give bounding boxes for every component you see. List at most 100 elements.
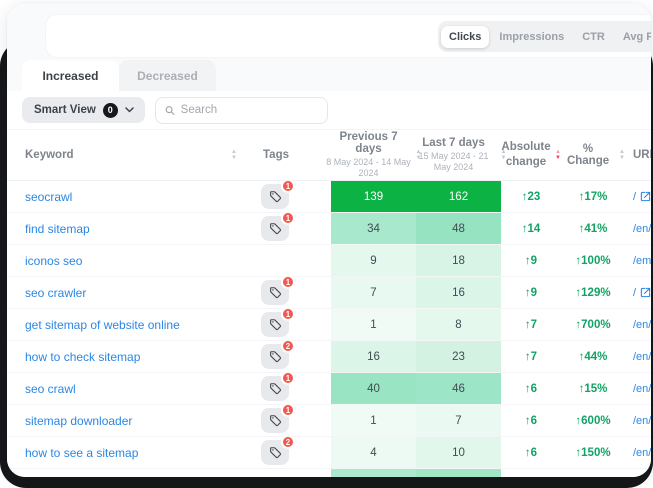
search-box bbox=[155, 97, 328, 124]
table-row[interactable] bbox=[7, 469, 651, 477]
table-row[interactable]: find sitemap 1 34 48 ↑14 ↑41% /en/ bbox=[7, 213, 651, 245]
column-header-tags: Tags bbox=[253, 149, 331, 161]
table-row[interactable]: how to see a sitemap 2 4 10 ↑6 ↑150% /en… bbox=[7, 437, 651, 469]
top-toolbar: ClicksImpressionsCTRAvg Position bbox=[45, 14, 651, 58]
column-header-last-7-days[interactable]: Last 7 days 15 May 2024 - 21 May 2024 ▲▼ bbox=[416, 137, 501, 174]
percent-change-value: ↑15% bbox=[561, 373, 625, 404]
tag-chip[interactable]: 2 bbox=[261, 440, 289, 465]
metric-tab-clicks[interactable]: Clicks bbox=[441, 26, 489, 48]
url-link[interactable]: /em bbox=[633, 255, 651, 267]
keyword-link[interactable]: get sitemap of website online bbox=[25, 318, 180, 332]
tab-decreased[interactable]: Decreased bbox=[119, 60, 216, 91]
previous-7-days-value: 34 bbox=[331, 213, 416, 244]
tag-icon bbox=[269, 446, 282, 459]
metric-tab-ctr[interactable]: CTR bbox=[574, 26, 613, 48]
url-link[interactable]: /en/ bbox=[633, 223, 651, 235]
url-link[interactable]: /en/ bbox=[633, 415, 651, 427]
keyword-link[interactable]: how to see a sitemap bbox=[25, 446, 138, 460]
percent-change-value: ↑17% bbox=[561, 181, 625, 212]
tag-chip[interactable]: 1 bbox=[261, 376, 289, 401]
search-icon bbox=[165, 105, 175, 116]
metric-tab-group: ClicksImpressionsCTRAvg Position bbox=[438, 21, 651, 52]
tag-count-badge: 1 bbox=[281, 309, 295, 321]
absolute-change-value: ↑9 bbox=[501, 245, 561, 276]
percent-change-value: ↑600% bbox=[561, 405, 625, 436]
absolute-change-value: ↑7 bbox=[501, 309, 561, 340]
keyword-link[interactable]: find sitemap bbox=[25, 222, 90, 236]
tag-count-badge: 2 bbox=[281, 341, 295, 353]
metric-tab-avg-position[interactable]: Avg Position bbox=[615, 26, 651, 48]
percent-change-value: ↑44% bbox=[561, 341, 625, 372]
tag-chip[interactable]: 1 bbox=[261, 408, 289, 433]
absolute-change-value: ↑6 bbox=[501, 405, 561, 436]
table-row[interactable]: iconos seo 9 18 ↑9 ↑100% /em bbox=[7, 245, 651, 277]
tag-icon bbox=[269, 318, 282, 331]
tab-increased[interactable]: Increased bbox=[22, 60, 119, 91]
keyword-link[interactable]: sitemap downloader bbox=[25, 414, 132, 428]
keyword-link[interactable]: seo crawler bbox=[25, 286, 86, 300]
keyword-link[interactable]: seocrawl bbox=[25, 190, 72, 204]
chevron-down-icon bbox=[125, 107, 134, 113]
last-7-days-value: 23 bbox=[416, 341, 501, 372]
previous-7-days-value: 7 bbox=[331, 277, 416, 308]
keyword-link[interactable]: iconos seo bbox=[25, 254, 82, 268]
table-row[interactable]: get sitemap of website online 1 1 8 ↑7 ↑… bbox=[7, 309, 651, 341]
previous-7-days-value: 16 bbox=[331, 341, 416, 372]
smart-view-count-badge: 0 bbox=[103, 103, 118, 118]
table-row[interactable]: seocrawl 1 139 162 ↑23 ↑17% / bbox=[7, 181, 651, 213]
percent-change-value: ↑100% bbox=[561, 245, 625, 276]
url-link[interactable]: /en/ bbox=[633, 351, 651, 363]
url-link[interactable]: /en/ bbox=[633, 447, 651, 459]
column-header-url[interactable]: URL bbox=[625, 149, 651, 161]
tag-icon bbox=[269, 286, 282, 299]
last-7-days-value: 48 bbox=[416, 213, 501, 244]
column-header-absolute-change[interactable]: Absolute change ▲▼ bbox=[501, 140, 561, 170]
url-link[interactable]: /en/ bbox=[633, 319, 651, 331]
external-link-icon[interactable] bbox=[640, 191, 651, 202]
keyword-link[interactable]: seo crawl bbox=[25, 382, 76, 396]
column-header-previous-7-days[interactable]: Previous 7 days 8 May 2024 - 14 May 2024… bbox=[331, 131, 416, 180]
percent-change-value bbox=[561, 469, 625, 477]
tag-chip[interactable]: 1 bbox=[261, 216, 289, 241]
absolute-change-value: ↑7 bbox=[501, 341, 561, 372]
app-window: ClicksImpressionsCTRAvg Position Increas… bbox=[7, 3, 651, 477]
table-row[interactable]: seo crawler 1 7 16 ↑9 ↑129% / bbox=[7, 277, 651, 309]
smart-view-dropdown[interactable]: Smart View 0 bbox=[22, 97, 145, 123]
sort-icon[interactable]: ▲▼ bbox=[231, 150, 237, 161]
previous-7-days-value: 40 bbox=[331, 373, 416, 404]
table-header: Keyword ▲▼ Tags Previous 7 days 8 May 20… bbox=[7, 129, 651, 181]
metric-tab-impressions[interactable]: Impressions bbox=[491, 26, 572, 48]
smart-view-label: Smart View bbox=[34, 104, 96, 116]
previous-7-days-value bbox=[331, 469, 416, 477]
previous-7-days-value: 139 bbox=[331, 181, 416, 212]
previous-7-days-value: 1 bbox=[331, 309, 416, 340]
url-link[interactable]: / bbox=[633, 191, 636, 203]
absolute-change-value: ↑14 bbox=[501, 213, 561, 244]
column-header-keyword[interactable]: Keyword ▲▼ bbox=[25, 149, 253, 161]
content-panel: Smart View 0 Keyword ▲▼ Tags bbox=[7, 91, 651, 477]
previous-7-days-value: 4 bbox=[331, 437, 416, 468]
column-header-percent-change[interactable]: % Change ▲▼ bbox=[561, 143, 625, 167]
url-link[interactable]: / bbox=[633, 287, 636, 299]
table-row[interactable]: sitemap downloader 1 1 7 ↑6 ↑600% /en/ bbox=[7, 405, 651, 437]
tag-chip[interactable]: 1 bbox=[261, 280, 289, 305]
keyword-link[interactable]: how to check sitemap bbox=[25, 350, 140, 364]
absolute-change-value: ↑6 bbox=[501, 373, 561, 404]
last-7-days-value: 7 bbox=[416, 405, 501, 436]
tag-icon bbox=[269, 222, 282, 235]
tag-chip[interactable]: 1 bbox=[261, 312, 289, 337]
tag-icon bbox=[269, 382, 282, 395]
search-input[interactable] bbox=[181, 104, 318, 116]
table-row[interactable]: how to check sitemap 2 16 23 ↑7 ↑44% /en… bbox=[7, 341, 651, 373]
url-link[interactable]: /en/ bbox=[633, 383, 651, 395]
table-row[interactable]: seo crawl 1 40 46 ↑6 ↑15% /en/ bbox=[7, 373, 651, 405]
tag-chip[interactable]: 2 bbox=[261, 344, 289, 369]
tag-icon bbox=[269, 190, 282, 203]
tag-count-badge: 2 bbox=[281, 437, 295, 449]
tag-icon bbox=[269, 350, 282, 363]
tag-chip[interactable]: 1 bbox=[261, 184, 289, 209]
filters-bar: Smart View 0 bbox=[7, 91, 651, 129]
external-link-icon[interactable] bbox=[640, 287, 651, 298]
absolute-change-value: ↑6 bbox=[501, 437, 561, 468]
last-7-days-value: 46 bbox=[416, 373, 501, 404]
